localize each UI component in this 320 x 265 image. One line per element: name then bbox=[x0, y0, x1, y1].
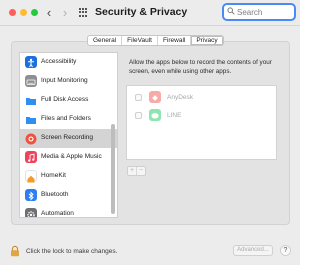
bluetooth-icon bbox=[25, 189, 37, 201]
tab-bar: General FileVault Firewall Privacy bbox=[87, 35, 224, 46]
search-field[interactable] bbox=[222, 3, 296, 21]
add-remove-control: + − bbox=[127, 166, 146, 176]
help-button[interactable]: ? bbox=[280, 245, 291, 256]
sidebar-item-screen-recording[interactable]: Screen Recording bbox=[20, 129, 117, 148]
sidebar-item-label: Full Disk Access bbox=[41, 96, 89, 103]
sidebar-item-label: Screen Recording bbox=[41, 134, 94, 141]
app-name: LINE bbox=[167, 112, 182, 119]
remove-app-button[interactable]: − bbox=[137, 167, 145, 175]
minimize-window-button[interactable] bbox=[20, 9, 27, 16]
keyboard-icon bbox=[25, 75, 37, 87]
sidebar-item-input-monitoring[interactable]: Input Monitoring bbox=[20, 72, 117, 91]
sidebar-item-full-disk-access[interactable]: Full Disk Access bbox=[20, 91, 117, 110]
line-icon bbox=[149, 109, 161, 121]
back-button[interactable]: ‹ bbox=[43, 5, 55, 20]
sidebar-item-label: Media & Apple Music bbox=[41, 153, 102, 160]
folder-icon bbox=[25, 113, 37, 125]
gear-icon bbox=[25, 208, 37, 217]
screen-recording-icon bbox=[25, 132, 37, 145]
titlebar: ‹ › Security & Privacy bbox=[0, 0, 300, 26]
anydesk-checkbox[interactable] bbox=[135, 94, 142, 101]
security-privacy-window: ‹ › Security & Privacy General FileVault… bbox=[0, 0, 300, 265]
lock-instruction-text: Click the lock to make changes. bbox=[26, 248, 118, 255]
sidebar-item-automation[interactable]: Automation bbox=[20, 205, 117, 217]
forward-button[interactable]: › bbox=[59, 5, 71, 20]
search-icon bbox=[227, 7, 235, 15]
close-window-button[interactable] bbox=[9, 9, 16, 16]
search-input[interactable] bbox=[237, 6, 293, 19]
tab-privacy[interactable]: Privacy bbox=[191, 36, 223, 45]
home-icon bbox=[25, 170, 37, 183]
sidebar-item-label: Bluetooth bbox=[41, 191, 69, 198]
line-checkbox[interactable] bbox=[135, 112, 142, 119]
tab-firewall[interactable]: Firewall bbox=[158, 36, 192, 45]
sidebar-item-accessibility[interactable]: Accessibility bbox=[20, 53, 117, 72]
tab-general[interactable]: General bbox=[88, 36, 123, 45]
lock-icon[interactable] bbox=[9, 244, 21, 257]
sidebar-item-label: Accessibility bbox=[41, 58, 77, 65]
tab-filevault[interactable]: FileVault bbox=[122, 36, 158, 45]
sidebar-item-label: Input Monitoring bbox=[41, 77, 88, 84]
sidebar-item-label: HomeKit bbox=[41, 172, 66, 179]
app-name: AnyDesk bbox=[167, 94, 194, 101]
permission-description: Allow the apps below to record the conte… bbox=[129, 59, 272, 75]
app-permission-list: AnyDesk LINE bbox=[126, 85, 277, 160]
music-icon bbox=[25, 151, 37, 163]
sidebar-item-label: Automation bbox=[41, 210, 74, 217]
zoom-window-button[interactable] bbox=[31, 9, 38, 16]
list-scrollbar[interactable] bbox=[111, 124, 115, 214]
show-all-grid-icon[interactable] bbox=[79, 8, 88, 17]
sidebar-item-media-apple-music[interactable]: Media & Apple Music bbox=[20, 148, 117, 167]
accessibility-icon bbox=[25, 56, 37, 68]
privacy-category-list[interactable]: Accessibility Input Monitoring Full Disk… bbox=[19, 52, 118, 218]
folder-icon bbox=[25, 94, 37, 106]
sidebar-item-homekit[interactable]: HomeKit bbox=[20, 167, 117, 186]
sidebar-item-files-and-folders[interactable]: Files and Folders bbox=[20, 110, 117, 129]
advanced-button[interactable]: Advanced... bbox=[233, 245, 273, 256]
window-title: Security & Privacy bbox=[95, 6, 188, 18]
app-row-anydesk: AnyDesk bbox=[127, 88, 276, 107]
sidebar-item-bluetooth[interactable]: Bluetooth bbox=[20, 186, 117, 205]
anydesk-icon bbox=[149, 91, 161, 103]
app-row-line: LINE bbox=[127, 106, 276, 125]
sidebar-item-label: Files and Folders bbox=[41, 115, 91, 122]
add-app-button[interactable]: + bbox=[128, 167, 137, 175]
